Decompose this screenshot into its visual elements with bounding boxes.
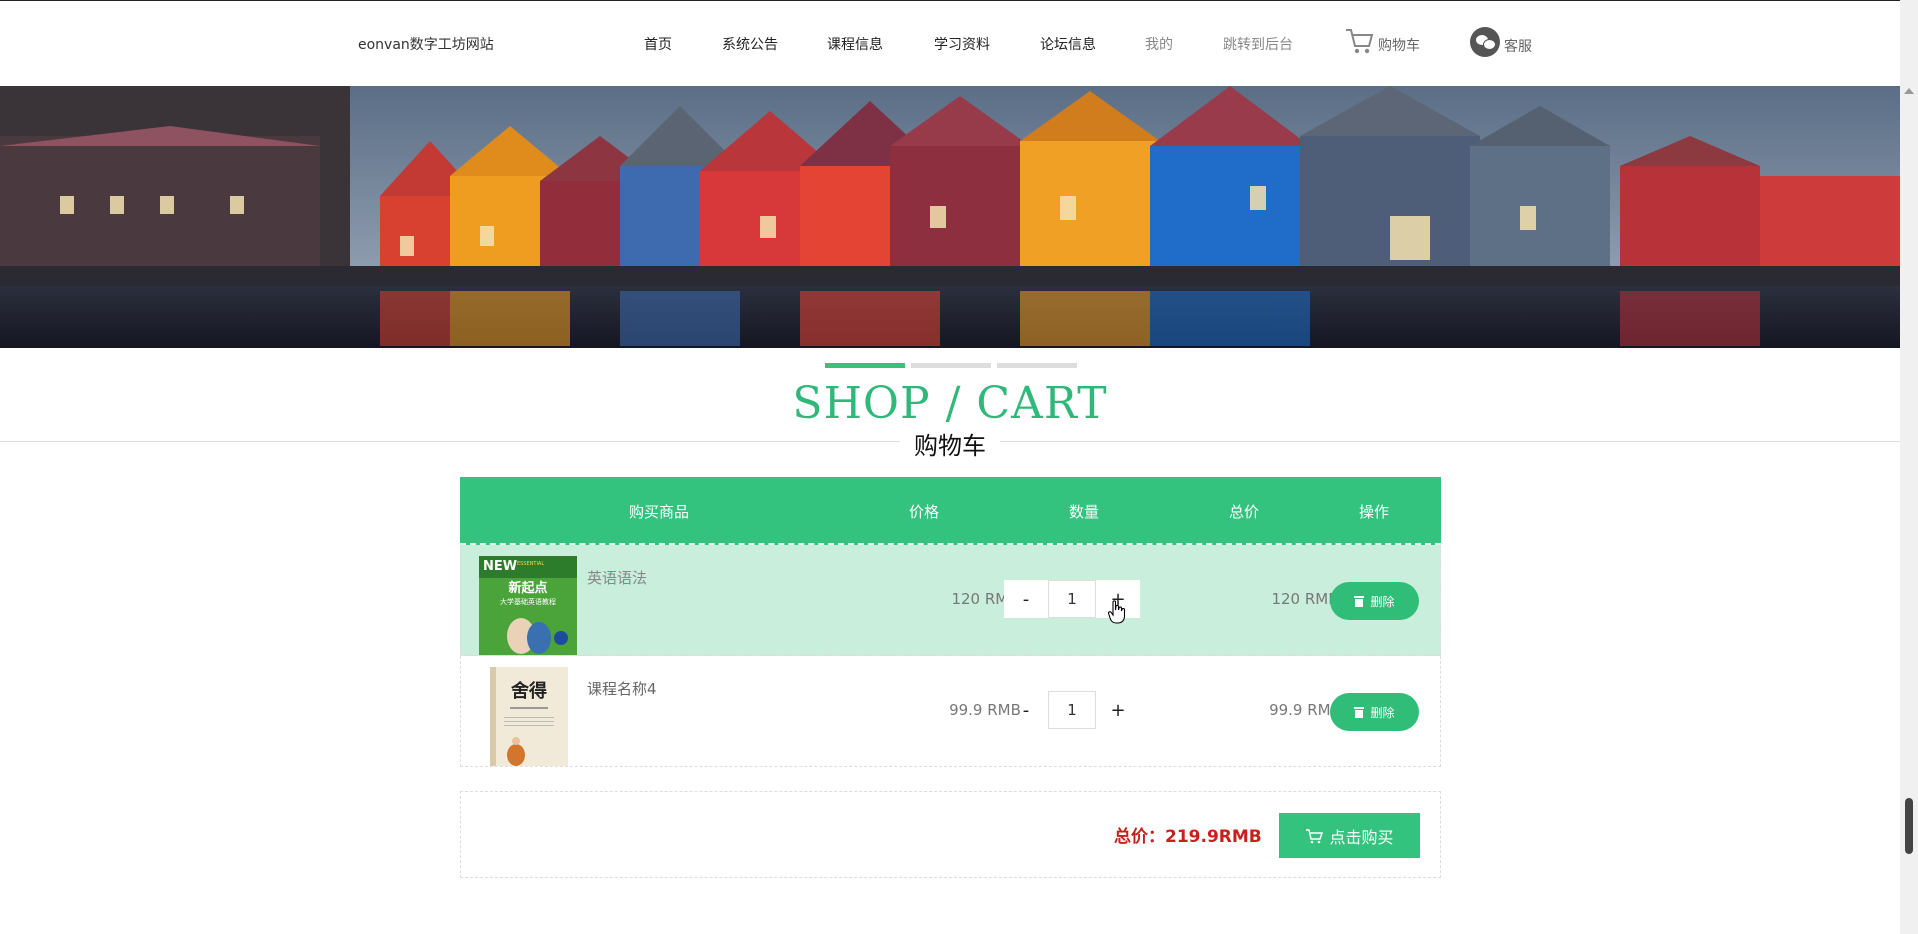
increase-button[interactable]: + <box>1096 691 1140 729</box>
product-name[interactable]: 英语语法 <box>587 567 647 588</box>
delete-button[interactable]: 删除 <box>1330 693 1419 731</box>
decrease-button[interactable]: - <box>1004 580 1048 618</box>
col-price: 价格 <box>908 503 940 521</box>
nav-courses[interactable]: 课程信息 <box>827 34 883 54</box>
cart-icon <box>1306 828 1324 843</box>
scroll-up-arrow-icon[interactable] <box>1904 88 1914 94</box>
customer-service-link[interactable]: 客服 <box>1470 27 1532 57</box>
cart-link[interactable]: 购物车 <box>1344 27 1420 55</box>
col-total: 总价 <box>1228 503 1260 521</box>
cover-text: ESSENTIAL <box>517 561 544 567</box>
service-label: 客服 <box>1504 39 1532 55</box>
nav-mine[interactable]: 我的 <box>1145 34 1173 54</box>
table-header: 购买商品 价格 数量 总价 操作 <box>460 477 1441 545</box>
buy-label: 点击购买 <box>1329 827 1394 847</box>
quantity-input[interactable] <box>1048 691 1096 729</box>
section-title-cn: 购物车 <box>900 426 1000 461</box>
quantity-input[interactable] <box>1048 580 1096 618</box>
decrease-button[interactable]: - <box>1004 691 1048 729</box>
hand-cursor-icon <box>1108 600 1126 624</box>
trash-icon <box>1354 706 1365 718</box>
wechat-icon <box>1470 27 1500 57</box>
cart-row: NEW ESSENTIAL 新起点 大学基础英语教程 英语语法 120 RMB … <box>460 545 1441 656</box>
col-quantity: 数量 <box>1068 503 1100 521</box>
nav-admin[interactable]: 跳转到后台 <box>1223 34 1293 54</box>
cart-icon <box>1346 29 1374 54</box>
product-name[interactable]: 课程名称4 <box>587 678 657 699</box>
delete-button[interactable]: 删除 <box>1330 582 1419 620</box>
section-title-en: SHOP / CART <box>792 378 1108 429</box>
nav-forum[interactable]: 论坛信息 <box>1040 34 1096 54</box>
cover-text: 大学基础英语教程 <box>500 597 556 606</box>
cart-row: 舍得 课程名称4 99.9 RMB - + 99.9 RMB 删除 <box>460 656 1441 767</box>
cover-text: NEW <box>483 559 517 574</box>
site-header: eonvan数字工坊网站 首页 系统公告 课程信息 学习资料 论坛信息 我的 跳… <box>0 0 1900 86</box>
cover-text: 新起点 <box>508 580 547 596</box>
cart-table: 购买商品 价格 数量 总价 操作 NEW ESSENTIAL 新起点 大学基础英… <box>460 477 1441 767</box>
nav-materials[interactable]: 学习资料 <box>934 34 990 54</box>
grand-total: 总价：219.9RMB <box>1114 827 1262 847</box>
cart-summary: 总价：219.9RMB 点击购买 <box>460 791 1441 878</box>
buy-button[interactable]: 点击购买 <box>1279 813 1420 858</box>
page-scrollbar[interactable] <box>1900 0 1918 934</box>
scroll-thumb[interactable] <box>1905 798 1913 854</box>
product-thumbnail[interactable]: 舍得 <box>490 667 568 766</box>
delete-label: 删除 <box>1370 705 1395 720</box>
site-brand[interactable]: eonvan数字工坊网站 <box>358 34 494 54</box>
quantity-stepper: - + <box>1004 691 1140 729</box>
col-actions: 操作 <box>1358 503 1390 521</box>
col-product: 购买商品 <box>628 503 690 521</box>
hero-banner <box>0 86 1900 348</box>
trash-icon <box>1354 595 1365 607</box>
nav-home[interactable]: 首页 <box>644 34 672 54</box>
delete-label: 删除 <box>1370 594 1395 609</box>
section-tab <box>997 363 1077 368</box>
section-tab <box>911 363 991 368</box>
product-thumbnail[interactable]: NEW ESSENTIAL 新起点 大学基础英语教程 <box>479 556 577 655</box>
banner-image <box>0 86 1900 348</box>
cart-label: 购物车 <box>1378 38 1420 54</box>
cover-text: 舍得 <box>511 680 547 702</box>
nav-announcements[interactable]: 系统公告 <box>722 34 778 54</box>
section-tab-active <box>825 363 905 368</box>
